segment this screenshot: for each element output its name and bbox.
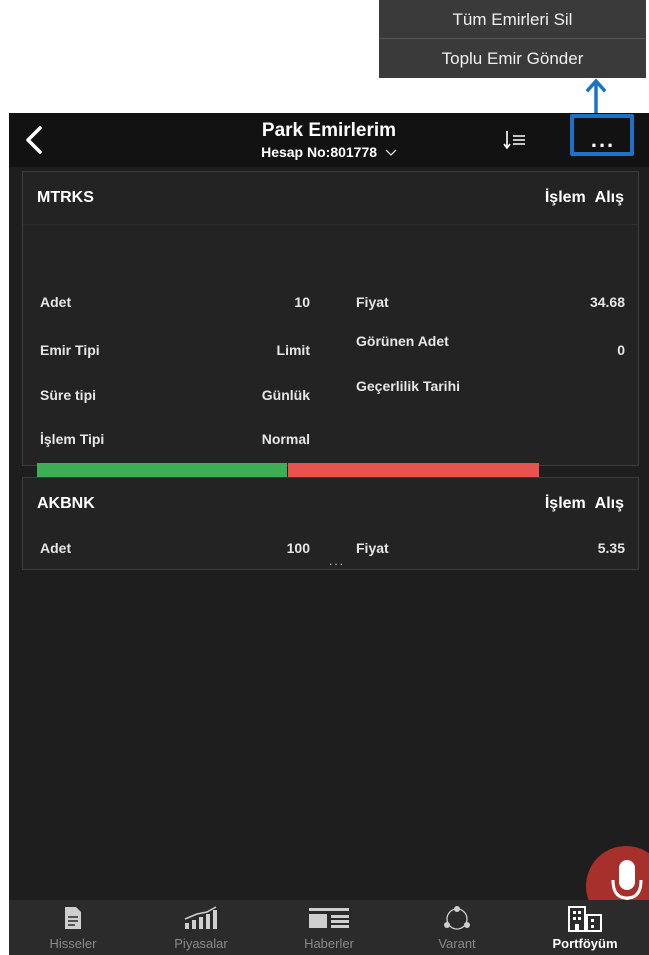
order-card: MTRKS İşlem Alış Adet 10 Fiyat 34.68 Emi…	[22, 171, 639, 513]
quantity-label: Adet	[40, 540, 72, 556]
tab-label: Varant	[438, 936, 476, 951]
quantity-label: Adet	[40, 294, 72, 310]
chart-icon	[184, 906, 217, 929]
side-value: Alış	[594, 495, 624, 512]
tab-portfoyum[interactable]: Portföyüm	[521, 900, 649, 955]
side-label: İşlem	[544, 495, 586, 512]
price-value: 34.68	[589, 294, 625, 310]
building-icon	[568, 906, 602, 932]
expand-card-indicator[interactable]: ...	[329, 554, 345, 568]
account-number: Hesap No:801778	[261, 144, 378, 160]
bulk-send-orders-menu-item[interactable]: Toplu Emir Gönder	[379, 40, 646, 78]
tab-varant[interactable]: Varant	[393, 900, 521, 955]
price-label: Fiyat	[356, 294, 389, 310]
tab-label: Piyasalar	[174, 936, 228, 951]
quantity-value: 100	[286, 540, 310, 556]
account-selector[interactable]: Hesap No:801778	[189, 144, 469, 160]
network-icon	[444, 906, 470, 930]
side-label: İşlem	[544, 189, 586, 206]
order-type-label: Emir Tipi	[40, 342, 100, 358]
document-icon	[65, 907, 81, 929]
tab-hisseler[interactable]: Hisseler	[9, 900, 137, 955]
bottom-tab-bar: Hisseler Piyasalar Haberler Varant Portf…	[9, 900, 649, 955]
annotation-arrow-icon	[586, 78, 606, 118]
chevron-down-icon	[385, 149, 397, 157]
tab-haberler[interactable]: Haberler	[265, 900, 393, 955]
sort-icon[interactable]	[503, 129, 527, 151]
tab-label: Portföyüm	[552, 936, 618, 951]
back-chevron-icon[interactable]	[21, 124, 47, 156]
transaction-type-value: Normal	[261, 431, 310, 447]
duration-type-value: Günlük	[261, 387, 310, 403]
page-title: Park Emirlerim	[261, 120, 397, 141]
order-symbol: AKBNK	[37, 495, 95, 512]
order-symbol: MTRKS	[37, 189, 94, 206]
side-value: Alış	[594, 189, 624, 206]
news-icon	[309, 908, 349, 928]
price-value: 5.35	[597, 540, 625, 556]
order-side: İşlem Alış	[545, 189, 624, 207]
transaction-type-label: İşlem Tipi	[40, 431, 105, 447]
validity-date-label: Geçerlilik Tarihi	[356, 378, 461, 394]
menu-divider	[379, 38, 646, 39]
order-card: AKBNK İşlem Alış Adet 100 Fiyat 5.35 ...	[22, 477, 639, 570]
order-type-value: Limit	[276, 342, 310, 358]
annotation-highlight-box	[570, 114, 634, 156]
actions-menu: Tüm Emirleri Sil Toplu Emir Gönder	[379, 0, 646, 78]
delete-all-orders-menu-item[interactable]: Tüm Emirleri Sil	[379, 1, 646, 39]
duration-type-label: Süre tipi	[40, 387, 97, 403]
price-label: Fiyat	[356, 540, 389, 556]
tab-label: Haberler	[304, 936, 354, 951]
tab-label: Hisseler	[49, 936, 97, 951]
card-divider	[23, 224, 638, 225]
visible-quantity-value: 0	[617, 342, 625, 358]
app-screen: Park Emirlerim Hesap No:801778 ... MTRKS…	[9, 113, 649, 955]
quantity-value: 10	[294, 294, 310, 310]
top-bar: Park Emirlerim Hesap No:801778 ...	[9, 113, 649, 167]
tab-piyasalar[interactable]: Piyasalar	[137, 900, 265, 955]
order-side: İşlem Alış	[545, 495, 624, 513]
visible-quantity-label: Görünen Adet	[356, 333, 449, 349]
